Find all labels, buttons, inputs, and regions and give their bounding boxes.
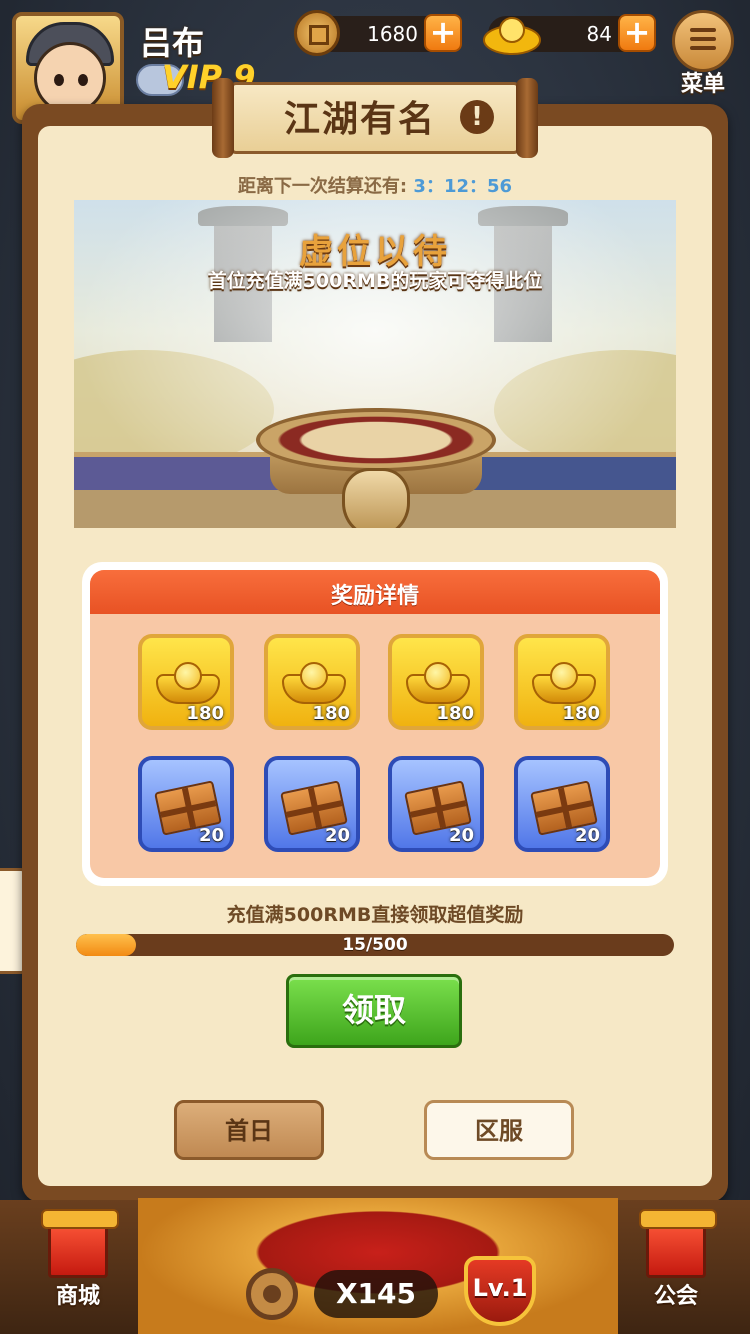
reward-item[interactable]: 20	[388, 756, 484, 852]
gold-amount: 84	[586, 22, 612, 46]
reward-item[interactable]: 180	[264, 634, 360, 730]
throne-scene: 虚位以待 首位充值满500RMB的玩家可夺得此位	[74, 200, 676, 528]
gold-ingot-icon	[282, 662, 346, 704]
recharge-progress-bar: 15/500	[76, 934, 674, 956]
menu-button[interactable]: 菜单	[666, 10, 740, 97]
title-scroll: 江湖有名 !	[212, 78, 538, 158]
level-badge[interactable]: Lv.1	[458, 1252, 542, 1330]
reward-item[interactable]: 20	[138, 756, 234, 852]
menu-label: 菜单	[680, 72, 725, 97]
countdown: 距离下一次结算还有: 3：12：56	[0, 172, 750, 198]
guild-label: 公会	[653, 1284, 698, 1309]
tab-server[interactable]: 区服	[424, 1100, 574, 1160]
info-icon[interactable]: !	[460, 100, 494, 134]
gear-icon[interactable]	[246, 1268, 298, 1320]
level-text: Lv.1	[472, 1274, 528, 1302]
multiplier-counter: X145	[314, 1270, 438, 1318]
guild-icon	[639, 1209, 717, 1278]
panel-title: 江湖有名	[283, 99, 436, 140]
shop-icon	[41, 1209, 119, 1278]
tab-first-day[interactable]: 首日	[174, 1100, 324, 1160]
guild-button[interactable]: 公会	[616, 1204, 736, 1324]
reward-item[interactable]: 20	[514, 756, 610, 852]
empty-throne-altar	[256, 408, 496, 472]
reward-item[interactable]: 20	[264, 756, 360, 852]
gold-ingot-icon	[406, 662, 470, 704]
reward-item[interactable]: 180	[138, 634, 234, 730]
gold-counter: 84 +	[483, 14, 656, 55]
progress-text: 15/500	[342, 935, 408, 955]
add-gold-button[interactable]: +	[618, 14, 656, 52]
countdown-label: 距离下一次结算还有:	[237, 176, 408, 197]
coin-amount: 1680	[367, 22, 418, 46]
gold-ingot-icon	[483, 17, 541, 55]
gold-ingot-icon	[532, 662, 596, 704]
reward-details: 奖励详情 180 180 180 180 20 20 20 20	[82, 562, 668, 886]
reward-header: 奖励详情	[330, 584, 419, 609]
progress-label: 充值满500RMB直接领取超值奖励	[226, 904, 524, 926]
gold-ingot-icon	[156, 662, 220, 704]
claim-button[interactable]: 领取	[286, 974, 462, 1048]
add-coins-button[interactable]: +	[424, 14, 462, 52]
countdown-time: 3：12：56	[413, 176, 513, 197]
menu-icon	[690, 28, 716, 55]
scene-subtitle: 首位充值满500RMB的玩家可夺得此位	[207, 270, 543, 292]
shop-label: 商城	[55, 1284, 100, 1309]
reward-item[interactable]: 180	[514, 634, 610, 730]
reward-item[interactable]: 180	[388, 634, 484, 730]
coin-counter: 1680 +	[294, 10, 462, 56]
shop-button[interactable]: 商城	[18, 1204, 138, 1324]
beast-head-ornament	[342, 468, 410, 528]
copper-coin-icon	[294, 10, 340, 56]
